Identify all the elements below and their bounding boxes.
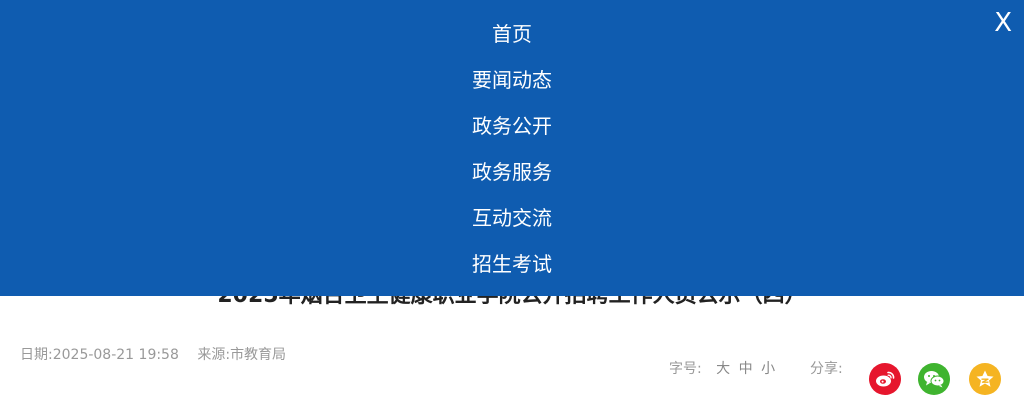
share-wechat-button[interactable]: [918, 363, 950, 395]
menu-item-interaction[interactable]: 互动交流: [0, 203, 1024, 233]
menu-item-government-affairs[interactable]: 政务公开: [0, 111, 1024, 141]
source-info: 来源:市教育局: [197, 347, 286, 363]
menu-item-admissions[interactable]: 招生考试: [0, 249, 1024, 279]
font-size-large[interactable]: 大: [716, 361, 730, 377]
qzone-icon: [975, 369, 995, 389]
weibo-icon: [875, 370, 895, 388]
date-value: 2025-08-21 19:58: [52, 347, 179, 363]
menu-item-home[interactable]: 首页: [0, 19, 1024, 49]
share-label: 分享:: [810, 361, 843, 377]
date-info: 日期:2025-08-21 19:58: [20, 347, 179, 363]
font-size-label: 字号:: [669, 361, 702, 377]
share-weibo-button[interactable]: [869, 363, 901, 395]
article-meta: 日期:2025-08-21 19:58 来源:市教育局: [20, 344, 286, 364]
font-size-small[interactable]: 小: [761, 361, 775, 377]
source-label: 来源:: [197, 347, 231, 363]
menu-item-news[interactable]: 要闻动态: [0, 65, 1024, 95]
menu-item-government-services[interactable]: 政务服务: [0, 157, 1024, 187]
share-qzone-button[interactable]: [969, 363, 1001, 395]
nav-menu-overlay: 首页 要闻动态 政务公开 政务服务 互动交流 招生考试 X: [0, 0, 1024, 296]
wechat-icon: [923, 370, 945, 388]
source-value: 市教育局: [230, 347, 287, 363]
font-size-medium[interactable]: 中: [739, 361, 753, 377]
date-label: 日期:: [20, 347, 53, 363]
close-menu-button[interactable]: X: [994, 8, 1012, 38]
font-size-control: 字号: 大 中 小: [669, 358, 775, 378]
